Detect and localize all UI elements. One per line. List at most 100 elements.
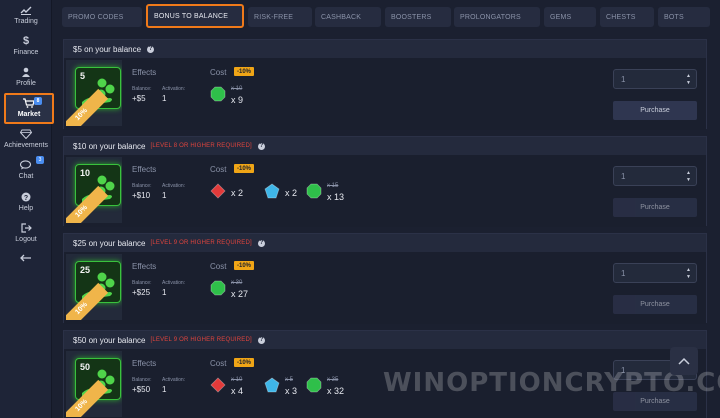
- sidebar-item-label: Chat: [18, 173, 34, 180]
- sidebar-item-trading[interactable]: Trading: [2, 4, 50, 34]
- activation-value: 1: [162, 385, 167, 394]
- green-gem-icon: [210, 280, 226, 296]
- green-gem-icon: [306, 183, 322, 199]
- trading-chart-icon: [19, 4, 33, 16]
- blue-gem-icon: [264, 377, 280, 393]
- activation-label: Activation:: [162, 86, 186, 92]
- offer-card: $5 on your balance ? 5 10% Effects Balan…: [63, 39, 707, 130]
- market-badge: 8: [34, 97, 42, 105]
- logout-icon: [19, 222, 33, 234]
- activation-value: 1: [162, 191, 167, 200]
- chevron-down-icon[interactable]: ▼: [686, 275, 691, 280]
- help-icon: ?: [19, 191, 33, 203]
- gem-old-quantity: x 30: [231, 280, 243, 286]
- chevron-up-icon[interactable]: ▲: [686, 74, 691, 79]
- arrow-left-icon: [19, 252, 33, 264]
- offer-header: $50 on your balance [LEVEL 9 OR HIGHER R…: [64, 331, 706, 349]
- red-gem-icon: [210, 183, 226, 199]
- chevron-down-icon[interactable]: ▼: [686, 81, 691, 86]
- bonus-image: 25 10%: [66, 254, 122, 320]
- sidebar-item-chat[interactable]: 3 Chat: [2, 156, 50, 189]
- tab-chests[interactable]: CHESTS: [600, 7, 654, 27]
- level-requirement: [LEVEL 9 OR HIGHER REQUIRED]: [150, 240, 252, 246]
- tab-bots[interactable]: BOTS: [658, 7, 710, 27]
- green-gem-icon: [210, 86, 226, 102]
- cost-discount-badge: -10%: [234, 164, 255, 173]
- offer-title: $50 on your balance: [73, 335, 146, 345]
- sidebar-item-label: Logout: [15, 236, 37, 243]
- gem-quantity: x 9: [231, 95, 244, 105]
- quantity-stepper[interactable]: 1 ▲ ▼: [613, 69, 697, 89]
- sidebar-item-logout[interactable]: Logout: [2, 222, 50, 252]
- cost-label: Cost: [210, 68, 227, 77]
- sidebar-item-market[interactable]: 8 Market: [4, 93, 54, 124]
- red-gem-icon: [210, 377, 226, 393]
- balance-value: +$5: [132, 94, 146, 103]
- quantity-stepper[interactable]: 1 ▲ ▼: [613, 263, 697, 283]
- tab-promo-codes[interactable]: PROMO CODES: [62, 7, 142, 27]
- quantity-value: 1: [621, 74, 626, 84]
- sidebar-item-label: Help: [18, 205, 34, 212]
- activation-label: Activation:: [162, 377, 186, 383]
- sidebar-item-label: Trading: [14, 18, 38, 25]
- balance-label: Balance:: [132, 280, 152, 286]
- chevron-down-icon[interactable]: ▼: [686, 178, 691, 183]
- bonus-image: 5 10%: [66, 60, 122, 126]
- sidebar-item-finance[interactable]: $ Finance: [2, 35, 50, 65]
- effects-label: Effects: [132, 359, 157, 368]
- balance-label: Balance:: [132, 86, 152, 92]
- gem-quantity: x 2: [231, 188, 244, 198]
- bonus-image: 50 10%: [66, 351, 122, 417]
- purchase-button[interactable]: Purchase: [613, 295, 697, 314]
- sidebar-item-help[interactable]: ? Help: [2, 191, 50, 221]
- sidebar-item-achievements[interactable]: Achievements: [2, 128, 50, 158]
- tab-risk-free[interactable]: RISK-FREE: [248, 7, 312, 27]
- offer-title: $25 on your balance: [73, 238, 146, 248]
- cost-label: Cost: [210, 262, 227, 271]
- tab-cashback[interactable]: CASHBACK: [315, 7, 381, 27]
- user-icon: [19, 66, 33, 78]
- cost-discount-badge: -10%: [234, 67, 255, 76]
- gem-quantity: x 4: [231, 386, 244, 396]
- offer-title: $10 on your balance: [73, 141, 146, 151]
- activation-label: Activation:: [162, 280, 186, 286]
- tab-boosters[interactable]: BOOSTERS: [385, 7, 451, 27]
- activation-value: 1: [162, 288, 167, 297]
- chevron-up-icon[interactable]: ▲: [686, 268, 691, 273]
- sidebar-item-label: Profile: [16, 80, 36, 87]
- scroll-to-top-button[interactable]: [670, 347, 698, 375]
- chevron-up-icon[interactable]: ▲: [686, 171, 691, 176]
- effects-label: Effects: [132, 165, 157, 174]
- purchase-button[interactable]: Purchase: [613, 198, 697, 217]
- offer-body: 10 10% Effects Balance: Activation: +$10…: [64, 155, 706, 227]
- offer-body: 5 10% Effects Balance: Activation: +$5 1…: [64, 58, 706, 130]
- chevron-up-icon: [678, 352, 690, 370]
- gem-old-quantity: x 10: [231, 86, 243, 92]
- gem-old-quantity: x 10: [231, 377, 243, 383]
- svg-text:?: ?: [24, 195, 28, 202]
- offer-header: $25 on your balance [LEVEL 9 OR HIGHER R…: [64, 234, 706, 252]
- tab-prolongators[interactable]: PROLONGATORS: [454, 7, 540, 27]
- sidebar-item-profile[interactable]: Profile: [2, 66, 50, 96]
- green-gem-icon: [306, 377, 322, 393]
- offer-header: $5 on your balance ?: [64, 40, 706, 58]
- balance-value: +$10: [132, 191, 151, 200]
- tab-bonus-to-balance[interactable]: BONUS TO BALANCE: [146, 4, 244, 28]
- purchase-button[interactable]: Purchase: [613, 101, 697, 120]
- balance-value: +$25: [132, 288, 151, 297]
- sidebar-item-label: Market: [17, 111, 41, 118]
- balance-value: +$50: [132, 385, 151, 394]
- info-icon[interactable]: ?: [257, 142, 265, 150]
- info-icon[interactable]: ?: [147, 45, 155, 53]
- sidebar-collapse-button[interactable]: [2, 252, 50, 282]
- level-requirement: [LEVEL 8 OR HIGHER REQUIRED]: [150, 143, 252, 149]
- offer-card: $25 on your balance [LEVEL 9 OR HIGHER R…: [63, 233, 707, 324]
- quantity-stepper[interactable]: 1 ▲ ▼: [613, 166, 697, 186]
- activation-value: 1: [162, 94, 167, 103]
- info-icon[interactable]: ?: [257, 239, 265, 247]
- info-icon[interactable]: ?: [257, 336, 265, 344]
- chat-badge: 3: [36, 156, 44, 164]
- dollar-icon: $: [22, 35, 30, 47]
- tab-gems[interactable]: GEMS: [544, 7, 596, 27]
- gem-quantity: x 13: [327, 192, 345, 202]
